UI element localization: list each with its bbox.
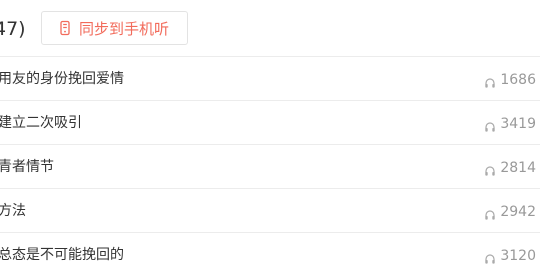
play-count-value: 3120 [500, 248, 536, 264]
track-row[interactable]: 青者情节 2814 [0, 144, 540, 188]
track-list: 用友的身份挽回爱情 1686 建立二次吸引 3419 青者情节 2814 方法 … [0, 56, 540, 276]
headphone-icon [484, 119, 496, 132]
track-title[interactable]: 方法 [0, 201, 26, 221]
headphone-icon [484, 207, 496, 220]
track-row[interactable]: 用友的身份挽回爱情 1686 [0, 56, 540, 100]
play-count-value: 1686 [500, 72, 536, 88]
track-title[interactable]: 总态是不可能挽回的 [0, 245, 124, 265]
track-row[interactable]: 方法 2942 [0, 188, 540, 232]
play-count: 2942 [484, 202, 536, 222]
headphone-icon [484, 163, 496, 176]
play-count: 2814 [484, 158, 536, 178]
play-count: 1686 [484, 70, 536, 90]
track-title[interactable]: 青者情节 [0, 157, 54, 177]
headphone-icon [484, 251, 496, 264]
track-title[interactable]: 用友的身份挽回爱情 [0, 69, 124, 89]
play-count-value: 2814 [500, 160, 536, 176]
headphone-icon [484, 75, 496, 88]
album-header: 47) 同步到手机听 [0, 0, 540, 56]
track-row[interactable]: 建立二次吸引 3419 [0, 100, 540, 144]
sync-to-phone-button[interactable]: 同步到手机听 [41, 11, 188, 45]
play-count: 3419 [484, 114, 536, 134]
track-title[interactable]: 建立二次吸引 [0, 113, 82, 133]
play-count: 3120 [484, 246, 536, 266]
play-count-value: 3419 [500, 116, 536, 132]
phone-icon [57, 20, 73, 36]
track-count: 47) [0, 18, 26, 40]
sync-button-label: 同步到手机听 [79, 19, 170, 38]
track-row[interactable]: 总态是不可能挽回的 3120 [0, 232, 540, 276]
play-count-value: 2942 [500, 204, 536, 220]
